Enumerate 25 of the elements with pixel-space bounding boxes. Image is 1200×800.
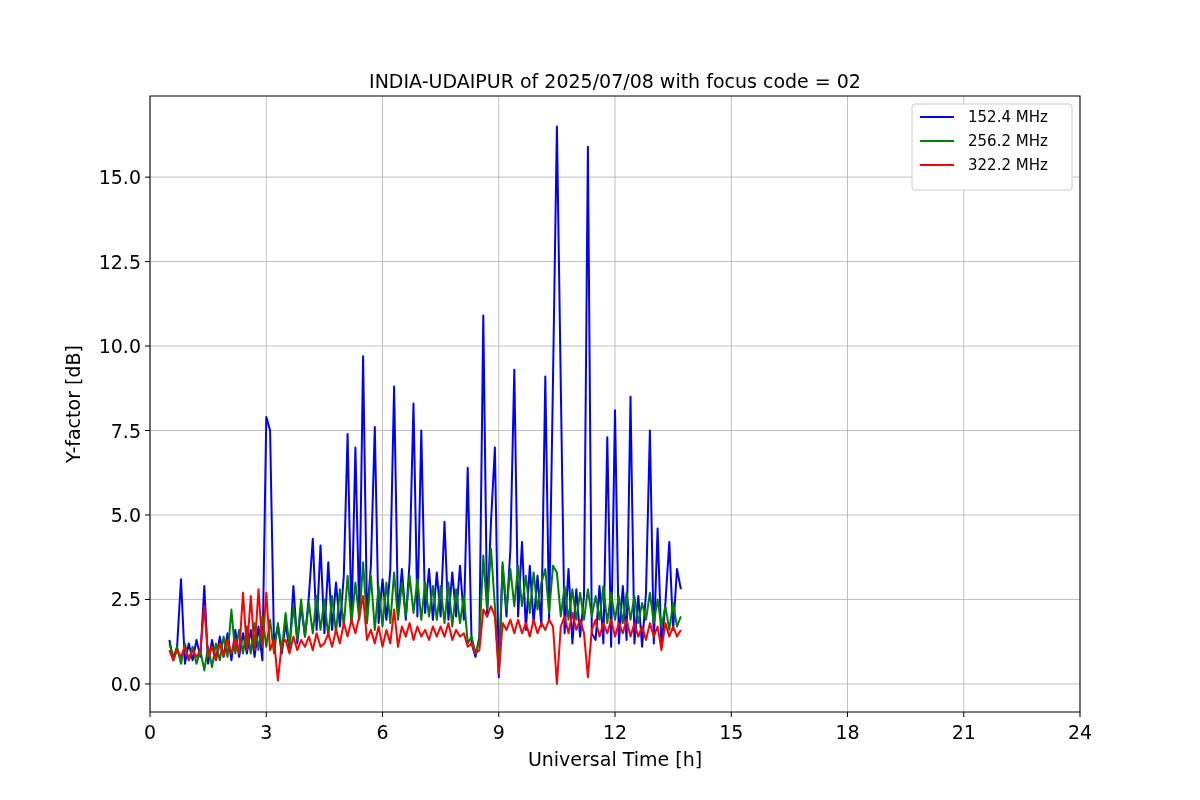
- legend-label: 152.4 MHz: [968, 108, 1048, 126]
- x-tick-label: 12: [602, 721, 628, 743]
- legend-line-icon: [919, 116, 955, 118]
- y-tick-label: 10.0: [98, 335, 141, 358]
- x-tick-label: 0: [143, 721, 157, 743]
- x-tick-label: 24: [1067, 721, 1093, 743]
- legend-line-icon: [919, 164, 955, 166]
- x-tick-label: 18: [835, 721, 860, 743]
- x-tick-label: 3: [260, 721, 273, 743]
- y-tick-label: 12.5: [98, 250, 141, 273]
- x-tick-label: 6: [376, 721, 389, 743]
- x-axis-label: Universal Time [h]: [527, 748, 703, 770]
- x-tick-label: 9: [492, 721, 505, 743]
- chart-title: INDIA-UDAIPUR of 2025/07/08 with focus code = 02: [369, 70, 861, 92]
- y-tick-label: 0.0: [110, 672, 141, 695]
- x-tick-label: 15: [719, 721, 744, 743]
- y-tick-label: 5.0: [110, 504, 141, 526]
- x-tick-label: 21: [951, 721, 976, 743]
- y-axis-label: Y-factor [dB]: [62, 345, 84, 463]
- y-tick-label: 2.5: [110, 588, 141, 611]
- legend-label: 322.2 MHz: [968, 156, 1048, 174]
- y-tick-label: 7.5: [110, 419, 141, 442]
- y-tick-label: 15.0: [98, 166, 141, 189]
- legend-label: 256.2 MHz: [968, 132, 1048, 150]
- legend-line-icon: [919, 140, 955, 142]
